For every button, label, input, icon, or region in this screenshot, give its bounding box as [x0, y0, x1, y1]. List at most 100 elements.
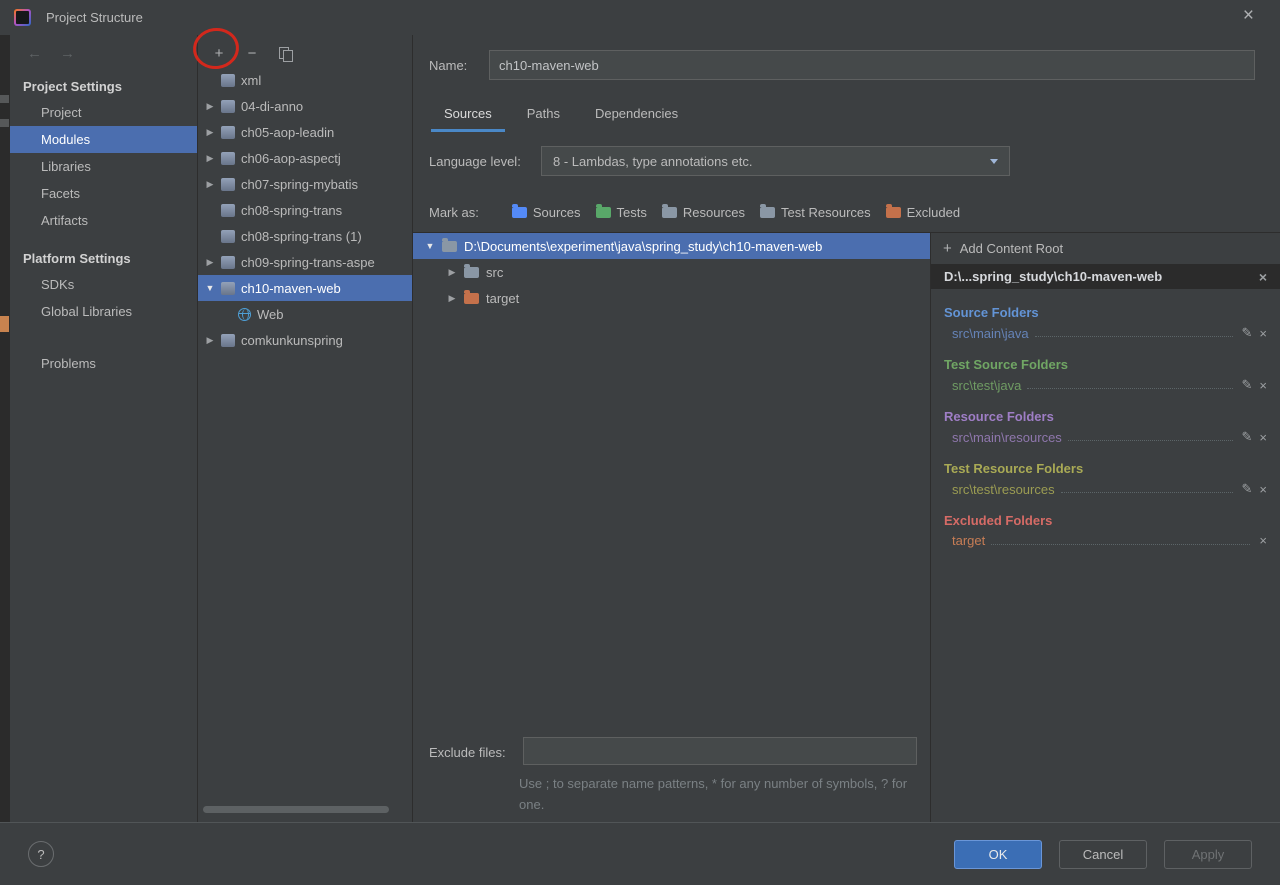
mark-excluded-button[interactable]: Excluded	[885, 204, 961, 220]
dotted-leader	[1034, 336, 1233, 337]
chevron-right-icon[interactable]: ▶	[205, 335, 215, 346]
remove-module-button[interactable]: −	[243, 45, 261, 63]
name-label: Name:	[429, 58, 468, 73]
background-fragment	[0, 119, 9, 127]
modules-toolbar: + −	[198, 35, 412, 65]
help-button[interactable]: ?	[28, 841, 54, 867]
copy-module-button[interactable]	[276, 45, 294, 63]
module-icon	[221, 151, 235, 165]
editor-tabs: Sources Paths Dependencies	[431, 99, 691, 132]
platform-settings-header: Platform Settings	[23, 251, 131, 266]
mark-resources-button[interactable]: Resources	[661, 204, 745, 220]
content-root-header-path: D:\...spring_study\ch10-maven-web	[944, 269, 1163, 284]
chevron-right-icon[interactable]: ▶	[205, 257, 215, 268]
edit-folder-icon[interactable]: ✎	[1242, 377, 1253, 393]
exclude-files-label: Exclude files:	[429, 745, 506, 760]
titlebar: Project Structure ×	[0, 0, 1280, 35]
module-tree-item[interactable]: Web	[198, 301, 412, 327]
remove-content-root-icon[interactable]: ×	[1259, 269, 1267, 285]
content-tree-row[interactable]: ▶ target	[413, 285, 930, 311]
add-content-root-button[interactable]: + Add Content Root	[931, 233, 1280, 264]
resources-folder-icon	[661, 204, 677, 218]
background-fragment	[0, 316, 9, 332]
edit-folder-icon[interactable]: ✎	[1242, 481, 1253, 497]
edit-folder-icon[interactable]: ✎	[1242, 429, 1253, 445]
chevron-right-icon[interactable]: ▶	[447, 267, 457, 278]
modules-panel: + − xml ▶ 04-di-anno ▶ ch05-aop-leadin ▶	[198, 35, 413, 822]
module-icon	[221, 73, 235, 87]
module-tree-item[interactable]: ch08-spring-trans (1)	[198, 223, 412, 249]
mark-as-row: Mark as: Sources Tests Resources Test Re…	[429, 204, 961, 220]
mark-test-resources-button[interactable]: Test Resources	[760, 204, 871, 220]
module-name: comkunkunspring	[241, 332, 343, 348]
sidebar-item-facets[interactable]: Facets	[10, 180, 197, 207]
background-fragment	[0, 95, 9, 103]
folder-icon	[464, 263, 479, 278]
edit-folder-icon[interactable]: ✎	[1242, 325, 1253, 341]
language-level-value: 8 - Lambdas, type annotations etc.	[553, 153, 753, 169]
project-structure-dialog: Project Structure × ← → Project Settings…	[0, 0, 1280, 885]
module-icon	[221, 177, 235, 191]
module-tree-item[interactable]: xml	[198, 67, 412, 93]
module-name-input[interactable]	[489, 50, 1255, 80]
module-tree-item-selected[interactable]: ▼ ch10-maven-web	[198, 275, 412, 301]
sidebar-item-libraries[interactable]: Libraries	[10, 153, 197, 180]
unmark-folder-icon[interactable]: ×	[1259, 482, 1267, 497]
apply-button[interactable]: Apply	[1164, 839, 1252, 869]
unmark-folder-icon[interactable]: ×	[1259, 430, 1267, 445]
mark-as-label: Mark as:	[429, 205, 479, 220]
module-tree-item[interactable]: ▶ ch09-spring-trans-aspe	[198, 249, 412, 275]
chevron-down-icon[interactable]: ▼	[205, 283, 215, 293]
forward-icon[interactable]: →	[60, 45, 75, 62]
module-tree-item[interactable]: ▶ 04-di-anno	[198, 93, 412, 119]
sidebar-item-artifacts[interactable]: Artifacts	[10, 207, 197, 234]
chevron-right-icon[interactable]: ▶	[205, 127, 215, 138]
content-root-header[interactable]: D:\...spring_study\ch10-maven-web ×	[931, 264, 1280, 289]
module-tree-item[interactable]: ▶ ch06-aop-aspectj	[198, 145, 412, 171]
sidebar-item-project[interactable]: Project	[10, 99, 197, 126]
module-name: 04-di-anno	[241, 98, 304, 114]
unmark-folder-icon[interactable]: ×	[1259, 533, 1267, 548]
folder-icon	[442, 237, 457, 252]
module-icon	[221, 255, 235, 269]
mark-tests-label: Tests	[616, 205, 647, 220]
close-icon[interactable]: ×	[1243, 5, 1254, 27]
exclude-files-input[interactable]	[523, 737, 917, 765]
folder-path: target	[952, 533, 986, 548]
project-settings-header: Project Settings	[23, 79, 122, 94]
module-tree-item[interactable]: ▶ ch07-spring-mybatis	[198, 171, 412, 197]
chevron-right-icon[interactable]: ▶	[205, 153, 215, 164]
module-tree-item[interactable]: ▶ ch05-aop-leadin	[198, 119, 412, 145]
dialog-title: Project Structure	[46, 10, 143, 25]
tab-dependencies[interactable]: Dependencies	[582, 99, 691, 132]
module-tree-item[interactable]: ▶ comkunkunspring	[198, 327, 412, 353]
chevron-right-icon[interactable]: ▶	[205, 101, 215, 112]
sidebar-item-sdks[interactable]: SDKs	[10, 271, 197, 298]
mark-tests-button[interactable]: Tests	[595, 204, 647, 220]
tab-sources[interactable]: Sources	[431, 99, 505, 132]
dotted-leader	[1067, 440, 1233, 441]
horizontal-scrollbar[interactable]	[203, 806, 389, 813]
sidebar-item-global-libraries[interactable]: Global Libraries	[10, 298, 197, 325]
chevron-down-icon[interactable]: ▼	[425, 241, 435, 251]
sidebar-item-modules[interactable]: Modules	[10, 126, 197, 153]
plus-icon: +	[943, 240, 952, 257]
unmark-folder-icon[interactable]: ×	[1259, 326, 1267, 341]
module-tree-item[interactable]: ch08-spring-trans	[198, 197, 412, 223]
sidebar-item-problems[interactable]: Problems	[10, 350, 197, 377]
mark-excluded-label: Excluded	[906, 205, 961, 220]
chevron-right-icon[interactable]: ▶	[205, 179, 215, 190]
chevron-right-icon[interactable]: ▶	[447, 293, 457, 304]
cancel-button[interactable]: Cancel	[1059, 839, 1147, 869]
tab-paths[interactable]: Paths	[514, 99, 573, 132]
add-module-button[interactable]: +	[210, 45, 228, 63]
content-tree-row[interactable]: ▶ src	[413, 259, 930, 285]
mark-sources-button[interactable]: Sources	[511, 204, 581, 220]
unmark-folder-icon[interactable]: ×	[1259, 378, 1267, 393]
ok-button[interactable]: OK	[954, 839, 1042, 869]
content-root-row-selected[interactable]: ▼ D:\Documents\experiment\java\spring_st…	[413, 233, 930, 259]
back-icon[interactable]: ←	[27, 45, 42, 62]
folder-path: src\main\resources	[952, 429, 1062, 445]
module-tree: xml ▶ 04-di-anno ▶ ch05-aop-leadin ▶ ch0…	[198, 67, 412, 798]
language-level-select[interactable]: 8 - Lambdas, type annotations etc.	[541, 146, 1010, 176]
